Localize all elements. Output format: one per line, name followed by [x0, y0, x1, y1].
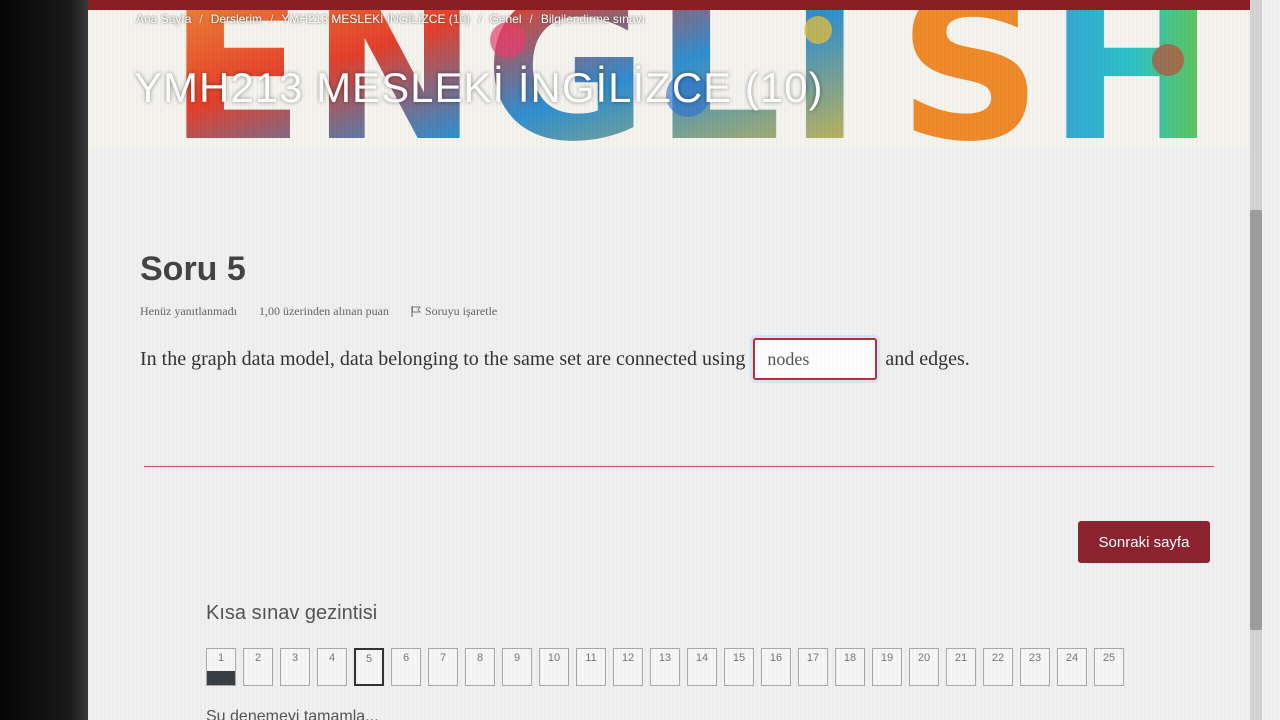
quiz-nav-button-16[interactable]: 16	[761, 648, 791, 686]
quiz-nav-button-label: 11	[585, 652, 597, 664]
quiz-nav-button-label: 15	[732, 652, 746, 664]
breadcrumb-separator: /	[529, 12, 533, 26]
banner-top-bar	[88, 0, 1252, 10]
scrollbar-thumb[interactable]	[1250, 210, 1262, 630]
breadcrumb-course[interactable]: YMH213 MESLEKİ İNGİLİZCE (10)	[281, 12, 470, 26]
quiz-nav-button-13[interactable]: 13	[650, 648, 680, 686]
quiz-nav-button-label: 21	[954, 652, 968, 664]
question-info: Henüz yanıtlanmadı 1,00 üzerinden alınan…	[140, 304, 497, 319]
question-text-after: and edges.	[885, 347, 970, 370]
quiz-nav-button-8[interactable]: 8	[465, 648, 495, 686]
answer-input[interactable]	[753, 338, 878, 380]
quiz-nav-button-label: 22	[991, 652, 1005, 664]
flag-question-label: Soruyu işaretle	[424, 304, 498, 318]
answered-indicator	[207, 671, 235, 685]
quiz-nav-button-label: 20	[917, 652, 931, 664]
quiz-nav-button-15[interactable]: 15	[724, 648, 754, 686]
question-status: Henüz yanıtlanmadı	[140, 304, 237, 318]
quiz-navigation-grid: 1 2 3 4 5 6 7 8 9 10 11 12 13 14 15 16 17 18 19 20 21 22 23 24 2…	[206, 648, 1124, 686]
quiz-nav-button-label: 3	[291, 652, 299, 664]
monitor-bezel	[0, 0, 88, 720]
quiz-nav-button-4[interactable]: 4	[317, 648, 347, 686]
quiz-nav-button-20[interactable]: 20	[909, 648, 939, 686]
quiz-nav-button-label: 18	[843, 652, 857, 664]
quiz-nav-button-label: 2	[254, 652, 262, 664]
question-title: Soru 5	[140, 250, 246, 288]
quiz-nav-button-label: 6	[402, 652, 410, 664]
quiz-nav-button-label: 7	[439, 652, 447, 664]
quiz-nav-button-label: 19	[880, 652, 894, 664]
quiz-nav-button-7[interactable]: 7	[428, 648, 458, 686]
quiz-nav-button-23[interactable]: 23	[1020, 648, 1050, 686]
quiz-nav-button-label: 8	[476, 652, 484, 664]
question-points: 1,00 üzerinden alınan puan	[258, 304, 389, 318]
course-banner: ENGLI S H Ana Sayfa / Derslerim / YMH213…	[88, 0, 1252, 150]
quiz-nav-button-21[interactable]: 21	[946, 648, 976, 686]
quiz-nav-button-25[interactable]: 25	[1094, 648, 1124, 686]
breadcrumb-separator: /	[478, 12, 482, 26]
quiz-nav-button-10[interactable]: 10	[539, 648, 569, 686]
quiz-nav-button-1[interactable]: 1	[206, 648, 236, 686]
next-page-button[interactable]: Sonraki sayfa	[1078, 521, 1210, 563]
course-title: YMH213 MESLEKİ İNGİLİZCE (10)	[134, 64, 824, 111]
quiz-nav-button-11[interactable]: 11	[576, 648, 606, 686]
question-text: In the graph data model, data belonging …	[140, 338, 970, 380]
breadcrumb-section[interactable]: Genel	[489, 12, 521, 26]
breadcrumb-quiz[interactable]: Bilgilendirme sınavı	[541, 12, 645, 26]
quiz-nav-button-5[interactable]: 5	[354, 648, 384, 686]
quiz-nav-button-label: 4	[328, 652, 336, 664]
quiz-nav-button-6[interactable]: 6	[391, 648, 421, 686]
browser-viewport: ENGLI S H Ana Sayfa / Derslerim / YMH213…	[88, 0, 1280, 720]
question-text-before: In the graph data model, data belonging …	[140, 347, 746, 370]
quiz-nav-button-12[interactable]: 12	[613, 648, 643, 686]
quiz-nav-button-label: 9	[513, 652, 521, 664]
quiz-navigation-title: Kısa sınav gezintisi	[206, 602, 378, 624]
quiz-nav-button-label: 13	[658, 652, 672, 664]
quiz-nav-button-label: 10	[547, 652, 561, 664]
breadcrumb: Ana Sayfa / Derslerim / YMH213 MESLEKİ İ…	[136, 12, 645, 26]
quiz-nav-button-label: 23	[1028, 652, 1042, 664]
divider	[144, 466, 1214, 467]
quiz-nav-button-2[interactable]: 2	[243, 648, 273, 686]
quiz-nav-button-label: 14	[695, 652, 709, 664]
breadcrumb-separator: /	[199, 12, 203, 26]
svg-text:H: H	[1048, 0, 1215, 150]
quiz-nav-button-24[interactable]: 24	[1057, 648, 1087, 686]
quiz-nav-button-label: 16	[769, 652, 783, 664]
breadcrumb-separator: /	[270, 12, 274, 26]
quiz-nav-button-17[interactable]: 17	[798, 648, 828, 686]
breadcrumb-home[interactable]: Ana Sayfa	[136, 12, 191, 26]
finish-attempt-link[interactable]: Şu denemeyi tamamla...	[206, 708, 379, 720]
quiz-nav-button-label: 12	[621, 652, 635, 664]
quiz-nav-button-3[interactable]: 3	[280, 648, 310, 686]
quiz-nav-button-label: 25	[1102, 652, 1116, 664]
svg-text:S: S	[898, 0, 1042, 150]
quiz-nav-button-14[interactable]: 14	[687, 648, 717, 686]
quiz-nav-button-19[interactable]: 19	[872, 648, 902, 686]
quiz-nav-button-9[interactable]: 9	[502, 648, 532, 686]
breadcrumb-my-courses[interactable]: Derslerim	[211, 12, 262, 26]
quiz-nav-button-22[interactable]: 22	[983, 648, 1013, 686]
quiz-nav-button-label: 24	[1065, 652, 1079, 664]
quiz-nav-button-label: 17	[806, 652, 820, 664]
quiz-nav-button-label: 5	[365, 653, 373, 665]
quiz-nav-button-18[interactable]: 18	[835, 648, 865, 686]
flag-icon	[411, 306, 421, 317]
flag-question-link[interactable]: Soruyu işaretle	[411, 304, 497, 319]
